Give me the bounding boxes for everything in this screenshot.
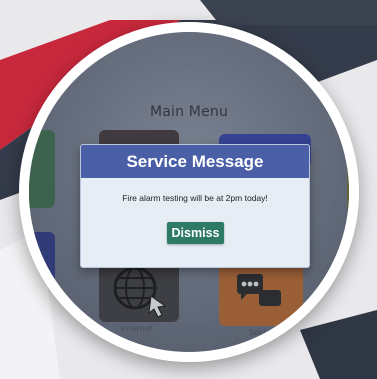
dialog-message: Fire alarm testing will be at 2pm today! <box>122 193 268 203</box>
dialog-title: Service Message <box>81 145 309 178</box>
service-message-dialog: Service Message Fire alarm testing will … <box>80 144 310 268</box>
top-dark-band <box>200 0 377 25</box>
dismiss-button[interactable]: Dismiss <box>167 222 224 244</box>
dialog-body: Fire alarm testing will be at 2pm today!… <box>81 178 309 267</box>
